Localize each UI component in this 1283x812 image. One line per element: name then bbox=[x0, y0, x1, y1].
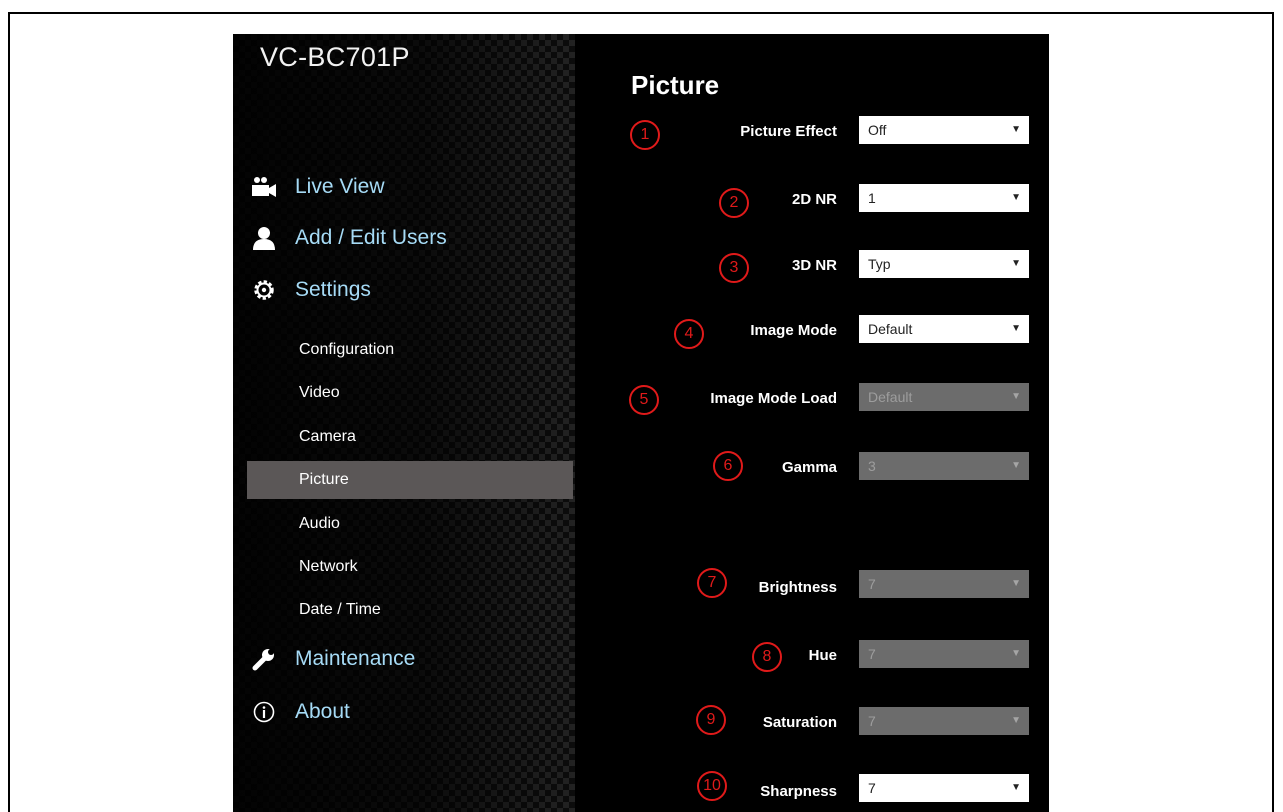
select-value: 7 bbox=[868, 713, 876, 729]
nav-live-view[interactable]: Live View bbox=[251, 174, 385, 200]
sidebar: VC-BC701P Live View Add / Edit Users Set… bbox=[233, 34, 575, 812]
3d-nr-select[interactable]: Typ ▼ bbox=[859, 250, 1029, 278]
field-label: Saturation bbox=[762, 714, 837, 731]
select-value: Default bbox=[868, 389, 913, 405]
nav-about-label: About bbox=[295, 700, 350, 723]
sidebar-item-video[interactable]: Video bbox=[247, 374, 573, 412]
nav-live-view-label: Live View bbox=[295, 175, 385, 198]
caret-down-icon: ▼ bbox=[1011, 192, 1021, 203]
user-icon bbox=[251, 225, 277, 251]
field-label: Brightness bbox=[758, 579, 837, 596]
nav-add-edit-users-label: Add / Edit Users bbox=[295, 226, 447, 249]
select-value: 7 bbox=[868, 646, 876, 662]
gear-icon bbox=[251, 277, 277, 303]
field-label: 2D NR bbox=[791, 191, 837, 208]
select-value: Typ bbox=[868, 256, 891, 272]
nav-maintenance-label: Maintenance bbox=[295, 647, 416, 670]
select-value: Default bbox=[868, 321, 913, 337]
select-value: 3 bbox=[868, 458, 876, 474]
caret-down-icon: ▼ bbox=[1011, 124, 1021, 135]
sidebar-item-picture[interactable]: Picture bbox=[247, 461, 573, 499]
field-label: Gamma bbox=[781, 459, 837, 476]
nav-about[interactable]: About bbox=[251, 699, 350, 725]
caret-down-icon: ▼ bbox=[1011, 323, 1021, 334]
field-label: Image Mode bbox=[750, 322, 837, 339]
nav-add-edit-users[interactable]: Add / Edit Users bbox=[251, 225, 447, 251]
select-value: 1 bbox=[868, 190, 876, 206]
caret-down-icon: ▼ bbox=[1011, 578, 1021, 589]
sidebar-item-date-time[interactable]: Date / Time bbox=[247, 591, 573, 629]
nav-maintenance[interactable]: Maintenance bbox=[251, 646, 415, 672]
wrench-icon bbox=[251, 646, 277, 672]
field-label: Sharpness bbox=[760, 783, 837, 800]
field-label: Image Mode Load bbox=[710, 390, 837, 407]
sidebar-item-audio[interactable]: Audio bbox=[247, 505, 573, 543]
caret-down-icon: ▼ bbox=[1011, 258, 1021, 269]
info-icon bbox=[251, 699, 277, 725]
select-value: 7 bbox=[868, 576, 876, 592]
nav-settings[interactable]: Settings bbox=[251, 277, 371, 303]
camera-web-ui: VC-BC701P Live View Add / Edit Users Set… bbox=[233, 34, 1049, 812]
nav-settings-label: Settings bbox=[295, 278, 371, 301]
brightness-select[interactable]: 7 ▼ bbox=[859, 570, 1029, 598]
brand-title: VC-BC701P bbox=[260, 42, 410, 72]
sidebar-item-camera[interactable]: Camera bbox=[247, 418, 573, 456]
caret-down-icon: ▼ bbox=[1011, 715, 1021, 726]
select-value: 7 bbox=[868, 780, 876, 796]
hue-select[interactable]: 7 ▼ bbox=[859, 640, 1029, 668]
2d-nr-select[interactable]: 1 ▼ bbox=[859, 184, 1029, 212]
image-mode-select[interactable]: Default ▼ bbox=[859, 315, 1029, 343]
field-label: Picture Effect bbox=[740, 123, 837, 140]
select-value: Off bbox=[868, 122, 887, 138]
sidebar-item-configuration[interactable]: Configuration bbox=[247, 331, 573, 369]
picture-effect-select[interactable]: Off ▼ bbox=[859, 116, 1029, 144]
gamma-select[interactable]: 3 ▼ bbox=[859, 452, 1029, 480]
sidebar-item-network[interactable]: Network bbox=[247, 548, 573, 586]
caret-down-icon: ▼ bbox=[1011, 460, 1021, 471]
field-label: 3D NR bbox=[791, 257, 837, 274]
image-mode-load-select[interactable]: Default ▼ bbox=[859, 383, 1029, 411]
caret-down-icon: ▼ bbox=[1011, 782, 1021, 793]
page-title: Picture bbox=[631, 70, 720, 100]
sharpness-select[interactable]: 7 ▼ bbox=[859, 774, 1029, 802]
caret-down-icon: ▼ bbox=[1011, 648, 1021, 659]
caret-down-icon: ▼ bbox=[1011, 391, 1021, 402]
video-camera-icon bbox=[251, 174, 277, 200]
field-label: Hue bbox=[808, 647, 837, 664]
saturation-select[interactable]: 7 ▼ bbox=[859, 707, 1029, 735]
